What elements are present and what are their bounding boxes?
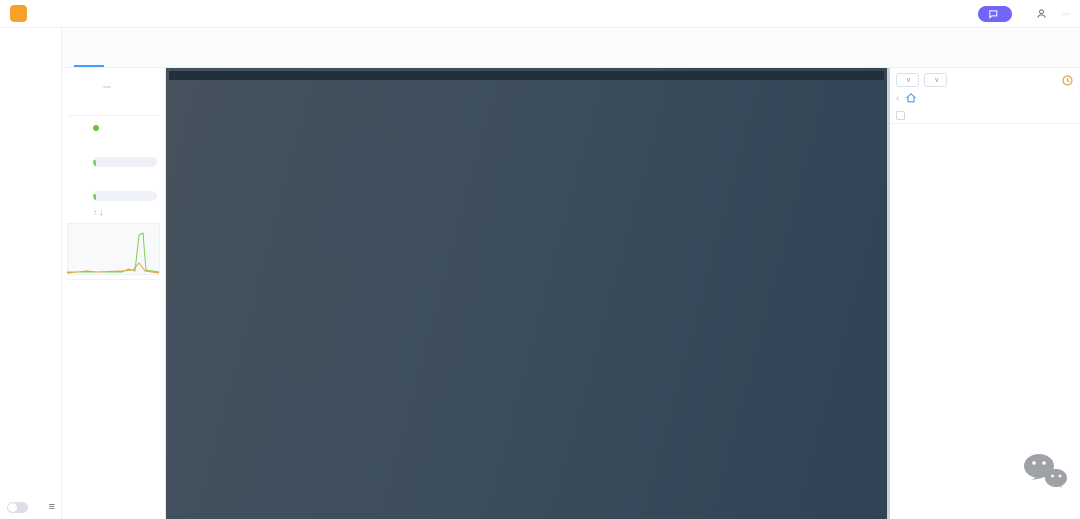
upload-speed: ↑ — [93, 207, 97, 218]
app-header — [0, 0, 1080, 28]
collapse-menu-icon[interactable]: ≡ — [49, 502, 55, 513]
network-graph — [67, 223, 160, 275]
online-row — [67, 95, 160, 112]
ai-chat-button[interactable] — [978, 6, 1012, 22]
copy-ip-button[interactable] — [103, 86, 111, 88]
cpu-status-dot — [93, 125, 99, 131]
home-icon[interactable] — [905, 92, 917, 104]
back-icon[interactable]: ‹ — [896, 93, 899, 104]
memory-progress-bar — [93, 157, 157, 167]
user-icon — [1036, 8, 1047, 19]
history-icon[interactable] — [1061, 74, 1074, 87]
load-row — [67, 136, 160, 153]
sidebar-toggle-switch[interactable] — [7, 502, 28, 513]
cpu-row — [67, 119, 160, 136]
session-tab[interactable] — [74, 54, 104, 67]
swap-row — [67, 170, 160, 187]
network-row: ↑ ↓ — [67, 204, 160, 221]
glances-alert-line — [169, 102, 887, 110]
new-button[interactable]: ∨ — [924, 73, 947, 87]
sidebar: ≡ — [0, 28, 62, 519]
plan-badge — [1062, 13, 1070, 15]
host-info-panel: ↑ ↓ — [62, 68, 166, 519]
disk-progress-bar — [93, 191, 157, 201]
easynode-logo-icon — [10, 5, 27, 22]
tabbar — [62, 47, 1080, 68]
chat-bubble-icon — [988, 9, 998, 19]
session-status-dot — [82, 56, 88, 62]
memory-row — [67, 153, 160, 170]
download-speed: ↓ — [99, 207, 103, 218]
glances-title-bar — [169, 71, 884, 80]
file-panel: ∨ ∨ ‹ — [890, 68, 1080, 519]
terminal[interactable] — [166, 68, 887, 519]
host-row — [67, 78, 160, 95]
upload-button[interactable]: ∨ — [896, 73, 919, 87]
select-all-checkbox[interactable] — [896, 111, 905, 120]
file-table-header — [890, 108, 1080, 124]
menubar — [62, 28, 1080, 47]
user-menu[interactable] — [1036, 8, 1050, 19]
disk-row — [67, 187, 160, 204]
